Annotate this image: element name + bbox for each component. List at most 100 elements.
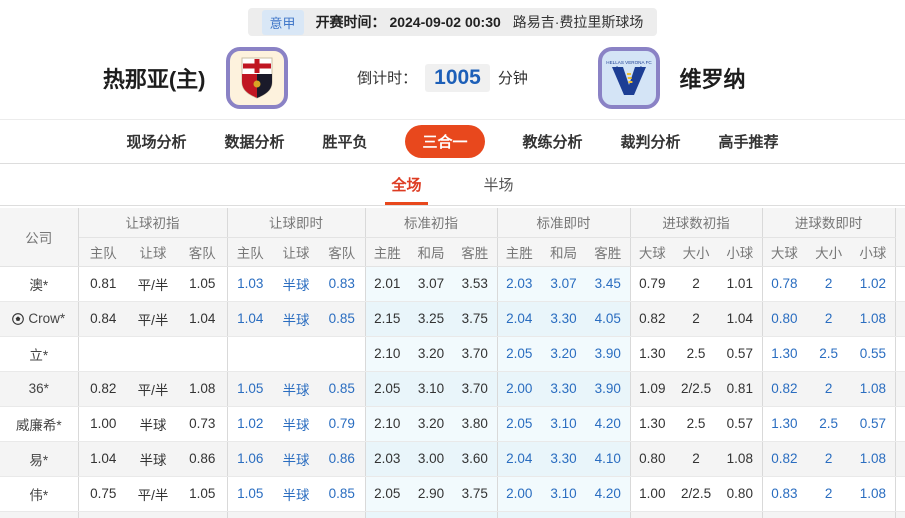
- odds-cell: 3.30: [541, 371, 586, 406]
- odds-cell: 1.30: [762, 406, 806, 441]
- countdown: 倒计时： 1005 分钟: [328, 64, 558, 92]
- odds-cell: 0.57: [851, 406, 895, 441]
- banner-pill: 意甲 开赛时间： 2024-09-02 00:30 路易吉·费拉里斯球场: [248, 8, 658, 36]
- odds-cell: 1.08: [718, 441, 762, 476]
- company-cell: 伟*: [0, 476, 78, 511]
- odds-cell: 1.06: [227, 441, 273, 476]
- tab-win-draw-loss[interactable]: 胜平负: [322, 131, 367, 152]
- odds-cell: 1.08: [851, 301, 895, 336]
- match-info-banner: 意甲 开赛时间： 2024-09-02 00:30 路易吉·费拉里斯球场: [0, 0, 905, 36]
- tab-expert-picks[interactable]: 高手推荐: [719, 131, 779, 152]
- company-cell: 36*: [0, 371, 78, 406]
- match-header: 热那亚(主) 倒计时： 1005 分钟 HELLAS VERONA FC: [0, 36, 905, 120]
- odds-cell: 4.10: [586, 441, 630, 476]
- odds-cell: 半球: [273, 476, 319, 511]
- odds-cell: 4.05: [586, 301, 630, 336]
- odds-cell: 2.90: [409, 476, 453, 511]
- table-row: Crow*0.84平/半1.041.04半球0.852.153.253.752.…: [0, 301, 905, 336]
- sub-header: 让球: [273, 237, 319, 266]
- odds-cell: 0.84: [78, 301, 128, 336]
- odds-cell: 4.20: [586, 476, 630, 511]
- tab-referee-analysis[interactable]: 裁判分析: [621, 131, 681, 152]
- group-header-2: 标准初指: [365, 208, 497, 237]
- analysis-nav: 现场分析 数据分析 胜平负 三合一 教练分析 裁判分析 高手推荐: [0, 120, 905, 164]
- odds-cell: 半球: [128, 406, 178, 441]
- odds-cell: 2: [806, 371, 851, 406]
- odds-cell: 2.5: [806, 336, 851, 371]
- overflow-cell: [895, 301, 905, 336]
- odds-cell: 3.20: [541, 336, 586, 371]
- subtab-full-match[interactable]: 全场: [385, 166, 427, 205]
- odds-table-body: 澳*0.81平/半1.051.03半球0.832.013.073.532.033…: [0, 266, 905, 518]
- odds-cell: 1.05: [227, 476, 273, 511]
- sub-header: 小球: [718, 237, 762, 266]
- overflow-cell: [895, 371, 905, 406]
- odds-cell: [78, 336, 128, 371]
- odds-cell: 3.25: [409, 301, 453, 336]
- odds-cell: 半球: [273, 406, 319, 441]
- odds-cell: 2.05: [497, 406, 541, 441]
- table-row: 立*2.103.203.702.053.203.901.302.50.571.3…: [0, 336, 905, 371]
- odds-cell: 1.05: [227, 371, 273, 406]
- subtab-half-match[interactable]: 半场: [478, 166, 520, 205]
- odds-cell: 1.30: [630, 336, 674, 371]
- odds-cell: 半球: [128, 441, 178, 476]
- tab-live-analysis[interactable]: 现场分析: [126, 131, 186, 152]
- odds-cell: 0.83: [319, 266, 365, 301]
- odds-cell: 0.57: [718, 336, 762, 371]
- group-header-4: 进球数初指: [630, 208, 762, 237]
- odds-cell: 3.07: [541, 266, 586, 301]
- odds-cell: 0.85: [319, 301, 365, 336]
- odds-cell: 3.20: [409, 406, 453, 441]
- odds-cell: 1.04: [227, 301, 273, 336]
- odds-cell: 3.53: [453, 266, 497, 301]
- table-row: 伟*0.75平/半1.051.05半球0.852.052.903.752.003…: [0, 476, 905, 511]
- col-header-overflow: [895, 208, 905, 266]
- tab-data-analysis[interactable]: 数据分析: [224, 131, 284, 152]
- odds-cell: 2.5: [674, 336, 718, 371]
- odds-cell: 2.04: [497, 301, 541, 336]
- odds-cell: 0.73: [178, 406, 227, 441]
- odds-cell: [178, 336, 227, 371]
- sub-header: 客队: [178, 237, 227, 266]
- odds-cell: 2.04: [497, 441, 541, 476]
- odds-cell: 1.08: [178, 371, 227, 406]
- odds-cell: 0.81: [78, 266, 128, 301]
- odds-cell: 2.15: [365, 301, 409, 336]
- odds-cell: 平/半: [128, 266, 178, 301]
- odds-cell: 半球: [273, 301, 319, 336]
- sub-header: 大小: [674, 237, 718, 266]
- odds-cell: 0.82: [762, 371, 806, 406]
- tab-coach-analysis[interactable]: 教练分析: [523, 131, 583, 152]
- odds-cell: 3.75: [453, 476, 497, 511]
- sub-header: 和局: [541, 237, 586, 266]
- odds-cell: 0.57: [718, 406, 762, 441]
- odds-cell: 4.20: [586, 406, 630, 441]
- overflow-cell: [895, 476, 905, 511]
- table-row-partial: [0, 511, 905, 518]
- kickoff-label: 开赛时间：: [316, 14, 386, 30]
- group-header-0: 让球初指: [78, 208, 227, 237]
- sub-header: 主胜: [365, 237, 409, 266]
- company-cell: 澳*: [0, 266, 78, 301]
- odds-cell: 1.05: [178, 266, 227, 301]
- odds-cell: 3.80: [453, 406, 497, 441]
- odds-cell: 3.60: [453, 441, 497, 476]
- company-cell: 立*: [0, 336, 78, 371]
- period-subtabs: 全场 半场: [0, 164, 905, 206]
- odds-cell: 1.30: [762, 336, 806, 371]
- odds-cell: 平/半: [128, 476, 178, 511]
- col-header-company: 公司: [0, 208, 78, 266]
- sub-header: 主队: [227, 237, 273, 266]
- odds-cell: 2.05: [497, 336, 541, 371]
- table-row: 威廉希*1.00半球0.731.02半球0.792.103.203.802.05…: [0, 406, 905, 441]
- tab-three-in-one[interactable]: 三合一: [405, 125, 484, 158]
- odds-cell: 3.75: [453, 301, 497, 336]
- home-team-crest-icon: [226, 47, 288, 109]
- sub-header: 小球: [851, 237, 895, 266]
- sub-header: 客队: [319, 237, 365, 266]
- odds-cell: 2: [806, 476, 851, 511]
- odds-cell: 3.20: [409, 336, 453, 371]
- sub-header: 大球: [630, 237, 674, 266]
- odds-cell: 0.80: [718, 476, 762, 511]
